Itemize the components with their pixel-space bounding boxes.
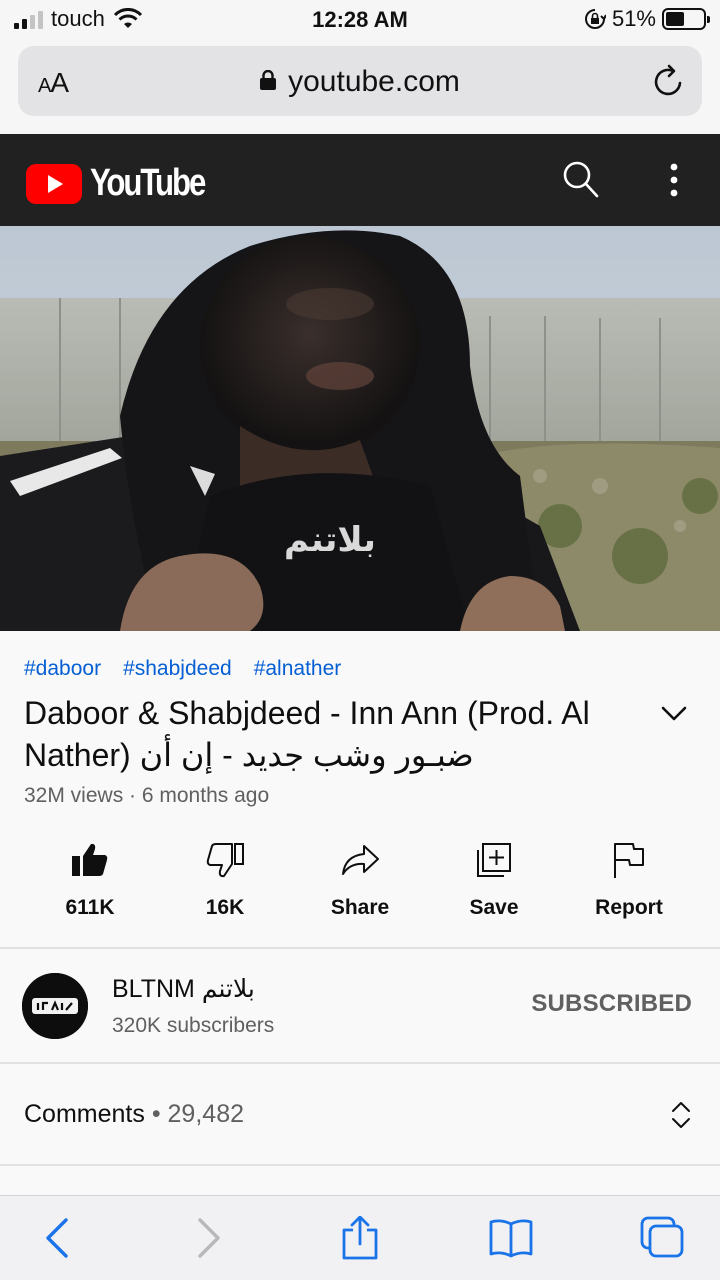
- channel-avatar[interactable]: [22, 973, 88, 1039]
- hashtag-link[interactable]: #alnather: [254, 657, 342, 681]
- back-icon[interactable]: [36, 1216, 84, 1260]
- address-bar[interactable]: AA youtube.com: [18, 46, 702, 116]
- report-label: Report: [595, 896, 663, 919]
- save-playlist-icon: [477, 843, 511, 877]
- share-sheet-icon[interactable]: [336, 1216, 384, 1260]
- divider: [0, 947, 720, 949]
- like-count: 611K: [65, 896, 115, 919]
- hashtag-list: #daboor #shabjdeed #alnather: [24, 657, 341, 681]
- save-label: Save: [469, 896, 519, 919]
- video-player[interactable]: بلاتنم: [0, 226, 720, 631]
- dislike-icon: [206, 843, 244, 878]
- channel-logo: [22, 973, 88, 1039]
- comments-header[interactable]: Comments • 29,482: [24, 1100, 244, 1129]
- browser-toolbar: AA youtube.com: [0, 40, 720, 134]
- reload-icon[interactable]: [652, 63, 686, 99]
- shirt-logo-text: بلاتنم: [284, 520, 376, 560]
- report-flag-icon: [614, 843, 644, 878]
- like-icon: [72, 843, 108, 876]
- hashtag-link[interactable]: #shabjdeed: [123, 657, 232, 681]
- divider: [0, 1164, 720, 1166]
- hashtag-link[interactable]: #daboor: [24, 657, 101, 681]
- share-icon: [342, 845, 379, 875]
- bookmarks-icon[interactable]: [487, 1216, 535, 1260]
- video-meta: 32M views · 6 months ago: [24, 784, 270, 807]
- youtube-wordmark: YouTube: [90, 162, 206, 204]
- divider: [0, 1062, 720, 1064]
- forward-icon[interactable]: [184, 1216, 232, 1260]
- orientation-lock-icon: [584, 9, 606, 29]
- chevron-down-icon[interactable]: [660, 700, 688, 726]
- video-title[interactable]: Daboor & Shabjdeed - Inn Ann (Prod. Al N…: [24, 692, 644, 776]
- battery-icon: [662, 8, 710, 30]
- share-button[interactable]: Share: [300, 840, 420, 920]
- tabs-icon[interactable]: [638, 1216, 686, 1260]
- url-text: youtube.com: [288, 65, 460, 98]
- comments-label: Comments: [24, 1100, 145, 1128]
- view-count: 32M views: [24, 784, 124, 807]
- padlock-icon: [260, 70, 277, 90]
- subscriber-count: 320K subscribers: [112, 1014, 275, 1037]
- youtube-play-icon: [26, 163, 82, 204]
- sort-icon[interactable]: [670, 1100, 692, 1130]
- subscribed-button[interactable]: SUBSCRIBED: [531, 990, 692, 1018]
- more-vertical-icon[interactable]: [664, 161, 684, 199]
- youtube-logo[interactable]: YouTube: [26, 162, 229, 205]
- dislike-count: 16K: [205, 896, 245, 919]
- dislike-button[interactable]: 16K: [165, 840, 285, 920]
- video-frame: بلاتنم: [0, 226, 720, 631]
- channel-name[interactable]: BLTNM بلاتنم: [112, 974, 255, 1004]
- action-row: 611K 16K Share Save Report: [0, 840, 720, 930]
- comments-count: 29,482: [167, 1100, 244, 1128]
- status-bar: touch 12:28 AM 51%: [0, 0, 720, 40]
- share-label: Share: [330, 896, 390, 919]
- report-button[interactable]: Report: [569, 840, 689, 920]
- upload-age: 6 months ago: [141, 784, 270, 807]
- safari-bottom-toolbar: [0, 1195, 720, 1280]
- youtube-header: YouTube: [0, 134, 720, 226]
- url-field[interactable]: youtube.com: [18, 65, 702, 99]
- like-button[interactable]: 611K: [30, 840, 150, 920]
- battery-percent: 51%: [611, 6, 656, 31]
- search-icon[interactable]: [561, 159, 599, 199]
- save-button[interactable]: Save: [434, 840, 554, 920]
